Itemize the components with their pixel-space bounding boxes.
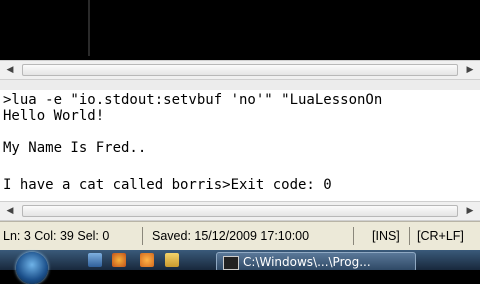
status-separator	[142, 227, 143, 245]
output-line-hello: Hello World!	[3, 108, 105, 124]
output-line-cat: I have a cat called borris>Exit code: 0	[3, 177, 332, 193]
media-player-icon[interactable]	[112, 253, 126, 267]
console-icon	[223, 256, 239, 270]
output-line-command: >lua -e "io.stdout:setvbuf 'no'" "LuaLes…	[3, 92, 383, 108]
editor-pane[interactable]	[0, 0, 480, 60]
status-separator	[353, 227, 354, 245]
start-button-icon[interactable]	[16, 252, 48, 284]
explorer-icon[interactable]	[165, 253, 179, 267]
saved-timestamp: Saved: 15/12/2009 17:10:00	[152, 229, 310, 243]
scroll-left-arrow-icon[interactable]: ◀	[4, 64, 16, 76]
line-ending: [CR+LF]	[417, 229, 464, 243]
output-horizontal-scrollbar[interactable]: ◀ ▶	[0, 201, 480, 221]
output-scroll-thumb[interactable]	[22, 205, 458, 217]
output-pane[interactable]: >lua -e "io.stdout:setvbuf 'no'" "LuaLes…	[0, 90, 480, 201]
windows-taskbar: C:\Windows\...\Prog...	[0, 250, 480, 270]
insert-mode: [INS]	[372, 229, 400, 243]
scroll-right-arrow-icon[interactable]: ▶	[464, 205, 476, 217]
show-desktop-icon[interactable]	[88, 253, 102, 267]
output-line-name: My Name Is Fred..	[3, 140, 147, 156]
cursor-position: Ln: 3 Col: 39 Sel: 0	[3, 229, 110, 243]
scroll-left-arrow-icon[interactable]: ◀	[4, 205, 16, 217]
firefox-icon[interactable]	[140, 253, 154, 267]
taskbar-window-label: C:\Windows\...\Prog...	[243, 255, 371, 269]
editor-horizontal-scrollbar[interactable]: ◀ ▶	[0, 60, 480, 80]
pane-splitter[interactable]	[0, 80, 480, 90]
taskbar-window-button[interactable]: C:\Windows\...\Prog...	[216, 252, 416, 270]
status-separator	[409, 227, 410, 245]
status-bar: Ln: 3 Col: 39 Sel: 0 Saved: 15/12/2009 1…	[0, 221, 480, 250]
scroll-right-arrow-icon[interactable]: ▶	[464, 64, 476, 76]
editor-gutter-divider	[88, 0, 90, 56]
editor-scroll-thumb[interactable]	[22, 64, 458, 76]
